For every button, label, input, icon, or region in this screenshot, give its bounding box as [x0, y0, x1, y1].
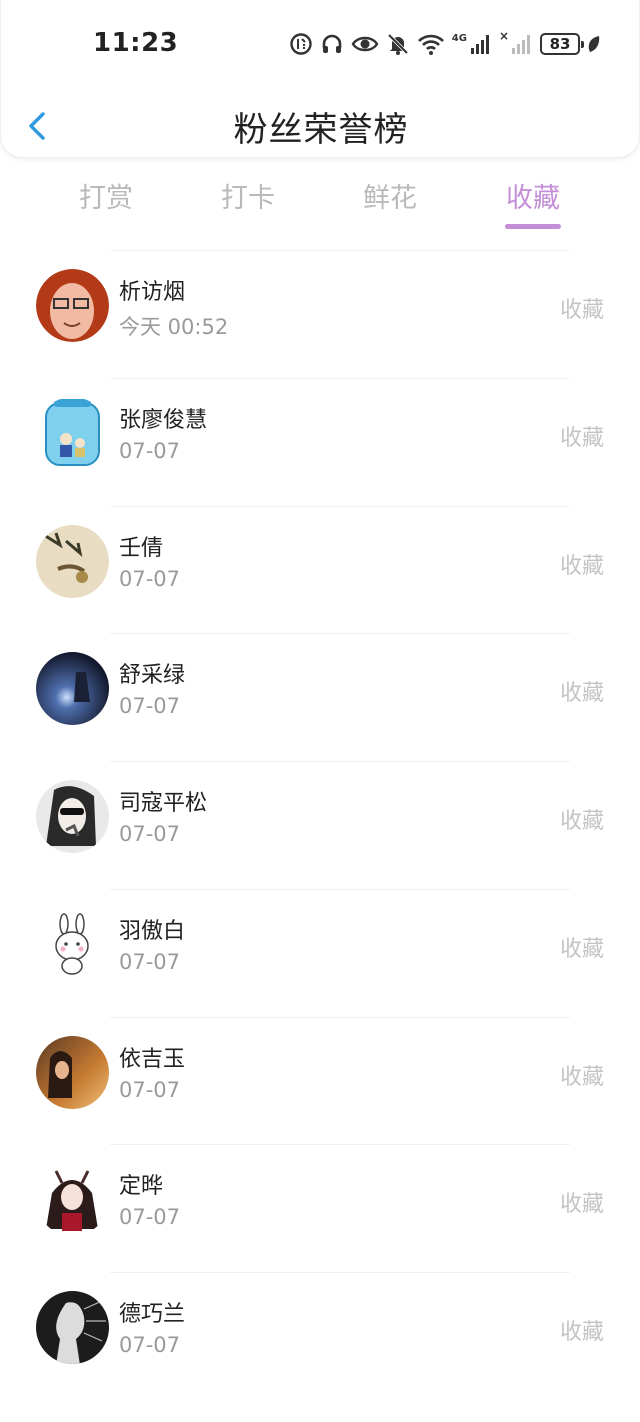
fan-name: 司寇平松 [119, 791, 208, 816]
favorite-label: 收藏 [559, 425, 604, 451]
fan-name: 依吉玉 [119, 1046, 186, 1072]
fan-name: 定晔 [119, 1174, 164, 1200]
tab-bar: 打赏 打卡 鲜花 收藏 [0, 176, 640, 236]
avatar[interactable] [36, 396, 109, 470]
avatar[interactable] [36, 907, 109, 981]
list-item[interactable]: 德巧兰 07-07 收藏 [0, 1272, 640, 1400]
battery-icon: 83 [540, 33, 584, 55]
fan-time: 07-07 [119, 438, 181, 463]
leaf-icon [588, 36, 600, 52]
list-item[interactable]: 依吉玉 07-07 收藏 [0, 1016, 640, 1145]
fan-list: 析访烟 今天 00:52 收藏 张廖俊慧 07-07 收藏 壬倩 07-07 收… [0, 250, 640, 1400]
header-card: 11:23 4G × 83 粉丝荣誉榜 [0, 0, 640, 158]
divider [110, 761, 570, 762]
divider [110, 1144, 570, 1146]
favorite-label: 收藏 [559, 809, 604, 834]
divider [110, 888, 570, 890]
avatar[interactable] [36, 652, 109, 726]
tab-favorites[interactable]: 收藏 [473, 176, 593, 215]
status-time: 11:23 [93, 28, 179, 58]
favorite-label: 收藏 [559, 936, 604, 962]
status-icons: 4G × 83 [289, 29, 601, 58]
mute-bell-icon [387, 33, 409, 55]
wifi-icon [417, 34, 444, 55]
favorite-label: 收藏 [559, 1320, 604, 1345]
signal-icon [470, 35, 489, 54]
list-item[interactable]: 舒采绿 07-07 收藏 [0, 633, 640, 761]
fan-name: 壬倩 [119, 535, 164, 561]
favorite-label: 收藏 [559, 553, 604, 579]
fan-name: 张廖俊慧 [119, 407, 208, 433]
divider [110, 377, 570, 379]
list-item[interactable]: 析访烟 今天 00:52 收藏 [0, 250, 640, 378]
divider [110, 505, 570, 507]
fan-time: 07-07 [119, 1333, 181, 1357]
avatar[interactable] [36, 269, 109, 342]
fan-time: 07-07 [119, 822, 181, 846]
page-title: 粉丝荣誉榜 [233, 110, 409, 150]
fan-name: 析访烟 [119, 280, 186, 305]
avatar[interactable] [36, 780, 109, 853]
tab-reward[interactable]: 打赏 [46, 176, 166, 215]
favorite-label: 收藏 [559, 1192, 604, 1218]
no-signal-mark-icon: × [498, 29, 509, 43]
active-tab-indicator [505, 224, 561, 229]
divider [110, 1016, 570, 1018]
list-item[interactable]: 羽傲白 07-07 收藏 [0, 888, 640, 1017]
favorite-label: 收藏 [559, 1064, 604, 1090]
fan-time: 07-07 [119, 694, 181, 719]
favorite-label: 收藏 [559, 298, 604, 323]
divider [110, 633, 570, 635]
headphones-icon [322, 34, 342, 53]
divider [110, 250, 570, 251]
list-item[interactable]: 张廖俊慧 07-07 收藏 [0, 377, 640, 506]
list-item[interactable]: 司寇平松 07-07 收藏 [0, 761, 640, 889]
signal-weak-icon [512, 35, 530, 54]
avatar[interactable] [36, 1163, 109, 1237]
fan-time: 今天 00:52 [119, 315, 229, 339]
fan-name: 羽傲白 [119, 918, 186, 944]
avatar[interactable] [36, 524, 109, 598]
data-saver-icon [290, 33, 312, 55]
list-item[interactable]: 定晔 07-07 收藏 [0, 1144, 640, 1272]
avatar[interactable] [36, 1035, 109, 1109]
fan-time: 07-07 [119, 1205, 181, 1230]
fan-time: 07-07 [119, 566, 181, 591]
list-item[interactable]: 壬倩 07-07 收藏 [0, 505, 640, 634]
network-type-label: 4G [451, 32, 467, 44]
fan-time: 07-07 [119, 949, 181, 974]
avatar[interactable] [36, 1291, 109, 1364]
fan-name: 舒采绿 [119, 663, 186, 689]
divider [110, 1272, 570, 1273]
tab-checkin[interactable]: 打卡 [188, 176, 308, 215]
fan-name: 德巧兰 [119, 1302, 186, 1327]
tab-flowers[interactable]: 鲜花 [330, 176, 450, 215]
favorite-label: 收藏 [559, 681, 604, 707]
fan-time: 07-07 [119, 1077, 181, 1102]
status-bar: 11:23 4G × 83 [1, 0, 640, 86]
nav-bar: 粉丝荣誉榜 [1, 96, 640, 156]
eye-icon [351, 36, 379, 52]
